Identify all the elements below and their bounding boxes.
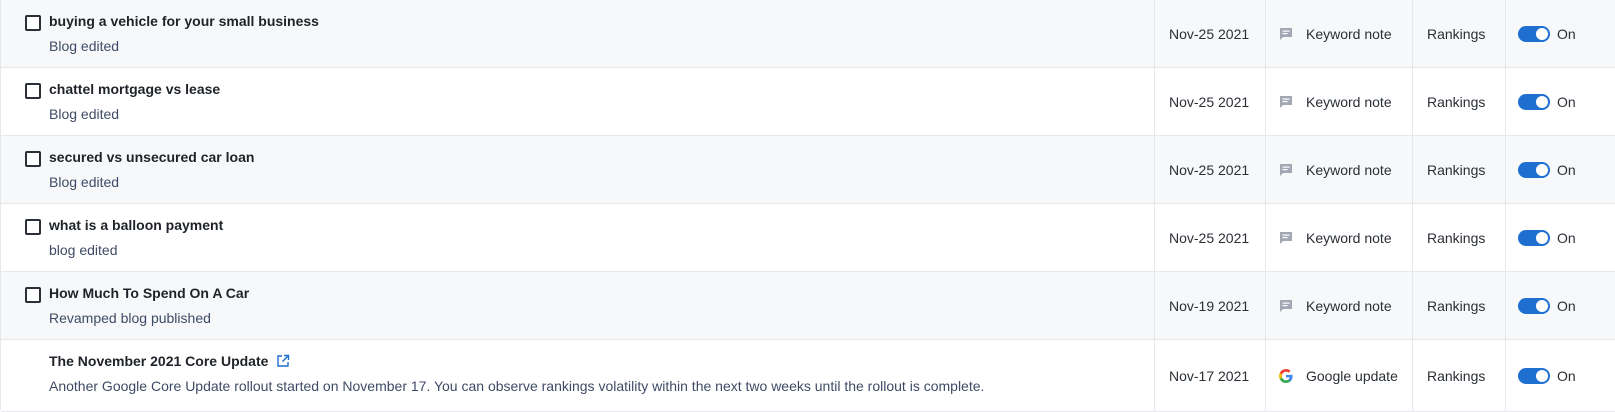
row-checkbox[interactable] — [25, 83, 41, 99]
toggle-cell: On — [1505, 272, 1615, 339]
note-type-label: Keyword note — [1306, 297, 1392, 314]
note-date: Nov-17 2021 — [1169, 367, 1250, 384]
type-cell: Keyword note — [1265, 136, 1412, 203]
toggle-label: On — [1557, 297, 1576, 314]
category-cell: Rankings — [1412, 340, 1505, 411]
category-cell: Rankings — [1412, 272, 1505, 339]
note-title: The November 2021 Core Update — [49, 353, 290, 369]
date-cell: Nov-17 2021 — [1154, 340, 1265, 411]
notes-table: buying a vehicle for your small business… — [0, 0, 1615, 412]
note-main-cell: chattel mortgage vs lease Blog edited — [1, 68, 1154, 135]
note-description: blog edited — [49, 242, 118, 258]
note-category: Rankings — [1427, 367, 1486, 384]
row-checkbox[interactable] — [25, 151, 41, 167]
toggle-cell: On — [1505, 340, 1615, 411]
table-row: The November 2021 Core Update Another Go… — [1, 340, 1615, 412]
category-cell: Rankings — [1412, 68, 1505, 135]
category-cell: Rankings — [1412, 0, 1505, 67]
note-category: Rankings — [1427, 229, 1486, 246]
note-category: Rankings — [1427, 297, 1486, 314]
row-checkbox[interactable] — [25, 15, 41, 31]
visibility-toggle[interactable] — [1518, 25, 1550, 42]
toggle-knob — [1536, 369, 1548, 382]
note-description: Revamped blog published — [49, 310, 211, 326]
note-title: what is a balloon payment — [49, 217, 224, 233]
note-title: chattel mortgage vs lease — [49, 81, 221, 97]
visibility-toggle[interactable] — [1518, 367, 1550, 384]
note-date: Nov-25 2021 — [1169, 93, 1250, 110]
visibility-toggle[interactable] — [1518, 93, 1550, 110]
toggle-knob — [1536, 27, 1548, 40]
toggle-knob — [1536, 231, 1548, 244]
toggle-cell: On — [1505, 136, 1615, 203]
visibility-toggle[interactable] — [1518, 297, 1550, 314]
note-title-text: The November 2021 Core Update — [49, 353, 269, 369]
type-cell: Google update — [1265, 340, 1412, 411]
date-cell: Nov-25 2021 — [1154, 204, 1265, 271]
note-category: Rankings — [1427, 93, 1486, 110]
toggle-cell: On — [1505, 204, 1615, 271]
note-type-label: Keyword note — [1306, 25, 1392, 42]
note-description: Blog edited — [49, 174, 120, 190]
category-cell: Rankings — [1412, 204, 1505, 271]
toggle-cell: On — [1505, 68, 1615, 135]
comment-icon — [1280, 231, 1292, 244]
table-row: How Much To Spend On A Car Revamped blog… — [1, 272, 1615, 340]
visibility-toggle[interactable] — [1518, 161, 1550, 178]
note-title: buying a vehicle for your small business — [49, 13, 319, 29]
comment-icon — [1280, 27, 1292, 40]
note-title: secured vs unsecured car loan — [49, 149, 255, 165]
visibility-toggle[interactable] — [1518, 229, 1550, 246]
note-date: Nov-19 2021 — [1169, 297, 1250, 314]
note-description: Blog edited — [49, 38, 120, 54]
external-link-icon[interactable] — [276, 354, 290, 368]
date-cell: Nov-19 2021 — [1154, 272, 1265, 339]
toggle-label: On — [1557, 25, 1576, 42]
note-main-cell: buying a vehicle for your small business… — [1, 0, 1154, 67]
toggle-label: On — [1557, 229, 1576, 246]
type-cell: Keyword note — [1265, 68, 1412, 135]
note-date: Nov-25 2021 — [1169, 229, 1250, 246]
toggle-cell: On — [1505, 0, 1615, 67]
table-row: what is a balloon payment blog edited No… — [1, 204, 1615, 272]
row-checkbox[interactable] — [25, 287, 41, 303]
toggle-knob — [1536, 299, 1548, 312]
toggle-label: On — [1557, 93, 1576, 110]
note-date: Nov-25 2021 — [1169, 161, 1250, 178]
note-main-cell: secured vs unsecured car loan Blog edite… — [1, 136, 1154, 203]
note-type-label: Keyword note — [1306, 93, 1392, 110]
note-main-cell: what is a balloon payment blog edited — [1, 204, 1154, 271]
note-description: Another Google Core Update rollout start… — [49, 378, 985, 394]
type-cell: Keyword note — [1265, 204, 1412, 271]
category-cell: Rankings — [1412, 136, 1505, 203]
toggle-label: On — [1557, 367, 1576, 384]
toggle-label: On — [1557, 161, 1576, 178]
comment-icon — [1280, 299, 1292, 312]
note-main-cell: The November 2021 Core Update Another Go… — [1, 340, 1154, 411]
type-cell: Keyword note — [1265, 272, 1412, 339]
row-checkbox[interactable] — [25, 219, 41, 235]
note-description: Blog edited — [49, 106, 120, 122]
comment-icon — [1280, 95, 1292, 108]
date-cell: Nov-25 2021 — [1154, 136, 1265, 203]
note-date: Nov-25 2021 — [1169, 25, 1250, 42]
table-row: secured vs unsecured car loan Blog edite… — [1, 136, 1615, 204]
comment-icon — [1280, 163, 1292, 176]
note-title: How Much To Spend On A Car — [49, 285, 250, 301]
note-main-cell: How Much To Spend On A Car Revamped blog… — [1, 272, 1154, 339]
toggle-knob — [1536, 95, 1548, 108]
note-type-label: Keyword note — [1306, 229, 1392, 246]
date-cell: Nov-25 2021 — [1154, 0, 1265, 67]
toggle-knob — [1536, 163, 1548, 176]
note-type-label: Google update — [1306, 367, 1398, 384]
note-type-label: Keyword note — [1306, 161, 1392, 178]
table-row: buying a vehicle for your small business… — [1, 0, 1615, 68]
table-row: chattel mortgage vs lease Blog edited No… — [1, 68, 1615, 136]
date-cell: Nov-25 2021 — [1154, 68, 1265, 135]
note-category: Rankings — [1427, 161, 1486, 178]
google-icon — [1279, 368, 1293, 383]
note-category: Rankings — [1427, 25, 1486, 42]
type-cell: Keyword note — [1265, 0, 1412, 67]
